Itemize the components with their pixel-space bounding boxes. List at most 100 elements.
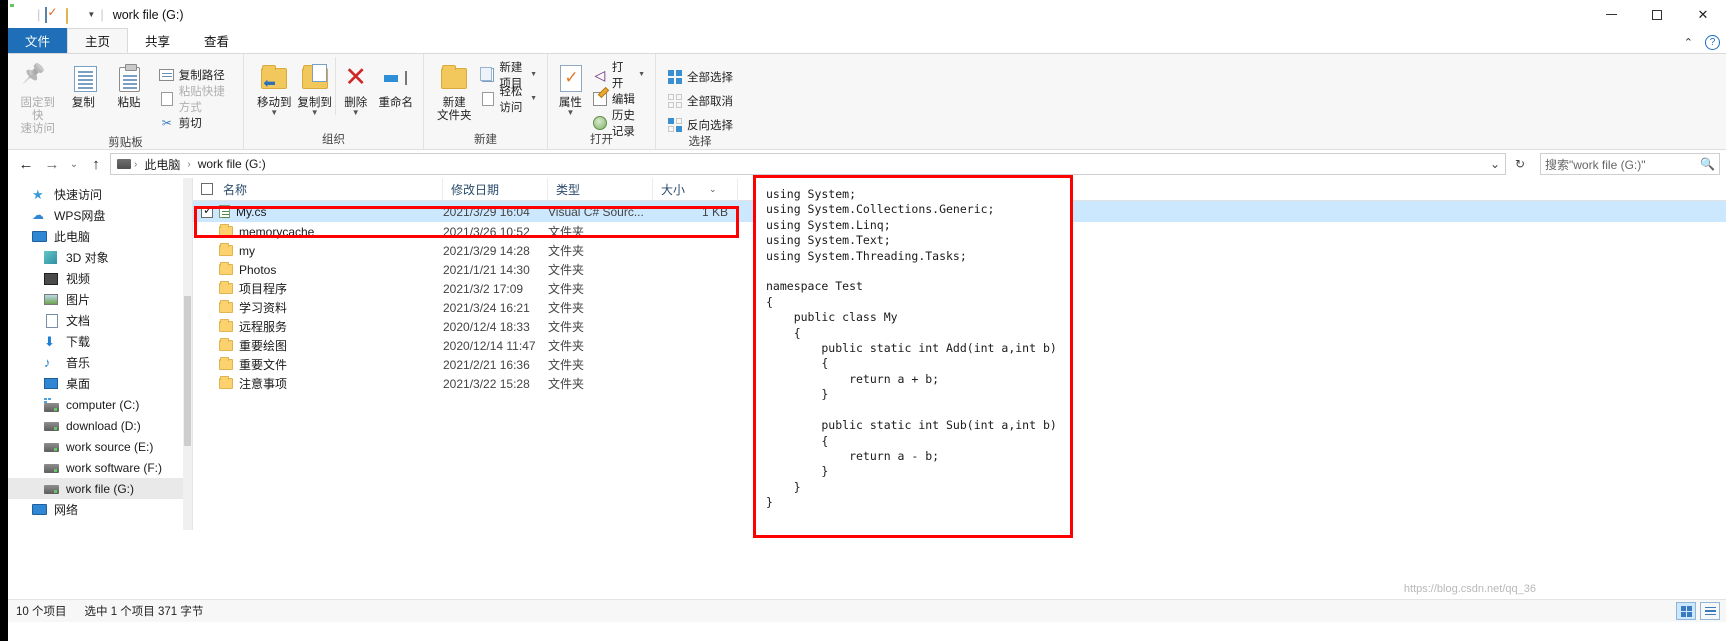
group-label: 剪贴板 — [108, 137, 143, 149]
sidebar-item-label: work file (G:) — [66, 481, 135, 496]
close-button[interactable]: ✕ — [1680, 0, 1726, 29]
chevron-down-icon[interactable]: ▼ — [530, 95, 537, 102]
file-name: 重要文件 — [239, 358, 288, 372]
file-size: 1 KB — [701, 204, 728, 219]
refresh-button[interactable]: ↻ — [1508, 153, 1532, 175]
chevron-down-icon[interactable]: ▼ — [352, 109, 360, 117]
maximize-button[interactable] — [1634, 0, 1680, 29]
column-header-type[interactable]: 类型 — [548, 177, 653, 201]
properties-button[interactable]: 属性 ▼ — [554, 57, 587, 117]
save-icon[interactable] — [16, 7, 32, 23]
sidebar-item-downloads[interactable]: ⬇ 下载 — [8, 331, 192, 352]
sidebar-item-wps-cloud[interactable]: ☁ WPS网盘 — [8, 205, 192, 226]
sidebar-item-3d-objects[interactable]: 3D 对象 — [8, 247, 192, 268]
forward-button[interactable]: → — [40, 153, 64, 175]
paste-button[interactable]: 粘贴 — [106, 57, 152, 110]
minimize-button[interactable] — [1588, 0, 1634, 29]
column-header-name[interactable]: 名称 — [193, 177, 443, 201]
sidebar-item-computer-c[interactable]: computer (C:) — [8, 394, 192, 415]
chevron-down-icon[interactable]: ▼ — [311, 109, 319, 117]
tab-home[interactable]: 主页 — [67, 28, 129, 53]
select-all-checkbox[interactable] — [201, 183, 213, 195]
back-button[interactable]: ← — [14, 153, 38, 175]
select-none-button[interactable]: 全部取消 — [664, 90, 736, 111]
collapse-ribbon-icon[interactable]: ⌃ — [1684, 36, 1693, 49]
delete-button[interactable]: ✕ 删除 ▼ — [334, 57, 376, 117]
select-all-button[interactable]: 全部选择 — [664, 66, 736, 87]
sidebar-item-pictures[interactable]: 图片 — [8, 289, 192, 310]
chevron-down-icon[interactable]: ▼ — [530, 71, 537, 78]
scrollbar-thumb[interactable] — [184, 296, 191, 446]
cut-button[interactable]: ✂ 剪切 — [156, 112, 236, 133]
easy-access-button[interactable]: 轻松访问 ▼ — [476, 86, 540, 114]
sidebar-item-this-pc[interactable]: 此电脑 — [8, 226, 192, 247]
address-dropdown-icon[interactable]: ⌄ — [1490, 157, 1500, 171]
copy-to-icon — [299, 62, 331, 94]
tiles-view-button[interactable] — [1676, 602, 1696, 620]
up-button[interactable]: ↑ — [84, 153, 108, 175]
breadcrumb-this-pc[interactable]: 此电脑 — [140, 156, 184, 173]
breadcrumb-work-file[interactable]: work file (G:) — [194, 157, 270, 171]
column-header-size[interactable]: 大小 ⌄ — [653, 177, 738, 201]
help-icon[interactable]: ? — [1705, 35, 1720, 50]
folder-icon — [219, 300, 233, 313]
copy-icon — [67, 62, 99, 94]
sidebar-item-work-file-g[interactable]: work file (G:) — [8, 478, 192, 499]
sidebar-item-label: work source (E:) — [66, 439, 154, 454]
rename-button[interactable]: 重命名 — [376, 57, 416, 110]
file-name: 学习资料 — [239, 301, 288, 315]
details-view-button[interactable] — [1700, 602, 1720, 620]
tiles-view-icon — [1680, 605, 1692, 617]
sort-caret-icon[interactable]: ⌄ — [709, 184, 717, 195]
divider: | — [100, 7, 104, 22]
chevron-down-icon[interactable]: ▼ — [566, 109, 574, 117]
sidebar-item-work-source-e[interactable]: work source (E:) — [8, 436, 192, 457]
folder-icon — [219, 376, 233, 389]
button-label: 全部取消 — [687, 95, 733, 108]
sidebar-item-documents[interactable]: 文档 — [8, 310, 192, 331]
sidebar-item-work-software-f[interactable]: work software (F:) — [8, 457, 192, 478]
tab-view[interactable]: 查看 — [187, 28, 246, 53]
paste-shortcut-button[interactable]: 粘贴快捷方式 — [156, 86, 236, 114]
tab-share[interactable]: 共享 — [128, 28, 187, 53]
chevron-down-icon[interactable]: ▼ — [638, 71, 645, 78]
sidebar-item-quick-access[interactable]: ★ 快速访问 — [8, 184, 192, 205]
open-with-button[interactable]: ◁ 打开 ▼ — [589, 62, 648, 90]
group-label: 打开 — [590, 134, 613, 146]
chevron-down-icon[interactable]: ▼ — [270, 109, 278, 117]
new-folder-button[interactable]: 新建 文件夹 — [434, 57, 474, 123]
tab-file[interactable]: 文件 — [8, 28, 68, 53]
address-path-field[interactable]: › 此电脑 › work file (G:) ⌄ — [110, 153, 1506, 175]
column-header-date[interactable]: 修改日期 — [443, 177, 548, 201]
button-label: 复制路径 — [178, 69, 225, 82]
invert-selection-button[interactable]: 反向选择 — [664, 114, 736, 135]
file-type: 文件夹 — [548, 282, 585, 296]
sidebar-item-label: 音乐 — [66, 356, 91, 370]
row-checkbox[interactable] — [201, 203, 213, 218]
chevron-down-icon[interactable]: ▼ — [87, 10, 95, 19]
history-button[interactable]: 历史记录 — [589, 110, 648, 138]
new-folder-icon[interactable] — [66, 7, 82, 24]
pin-to-quick-access-button[interactable]: 固定到快 速访问 — [15, 57, 61, 136]
recent-locations-button[interactable]: ⌄ — [66, 153, 82, 175]
sidebar-item-download-d[interactable]: download (D:) — [8, 415, 192, 436]
copy-button[interactable]: 复制 — [61, 57, 107, 110]
sidebar-item-desktop[interactable]: 桌面 — [8, 373, 192, 394]
selection-info-label: 选中 1 个项目 371 字节 — [84, 606, 204, 618]
move-to-button[interactable]: ⬅ 移动到 ▼ — [254, 57, 294, 117]
copy-to-button[interactable]: 复制到 ▼ — [294, 57, 334, 117]
delete-icon: ✕ — [344, 62, 368, 92]
sidebar-item-videos[interactable]: 视频 — [8, 268, 192, 289]
file-name: 远程服务 — [239, 320, 288, 334]
paste-icon — [113, 62, 145, 94]
ribbon-tab-strip: 文件 主页 共享 查看 ⌃ ? — [8, 28, 1726, 54]
ribbon-group-clipboard: 固定到快 速访问 复制 粘贴 复制路径 粘 — [8, 54, 244, 150]
search-box[interactable]: 搜索"work file (G:)" 🔍 — [1540, 153, 1720, 175]
properties-icon[interactable] — [45, 6, 61, 23]
folder-icon — [219, 224, 233, 237]
search-icon[interactable]: 🔍 — [1700, 157, 1715, 171]
sidebar-item-network[interactable]: 网络 — [8, 499, 192, 520]
sidebar-item-music[interactable]: ♪ 音乐 — [8, 352, 192, 373]
star-icon: ★ — [32, 186, 44, 202]
navigation-pane-scrollbar[interactable] — [183, 178, 192, 530]
